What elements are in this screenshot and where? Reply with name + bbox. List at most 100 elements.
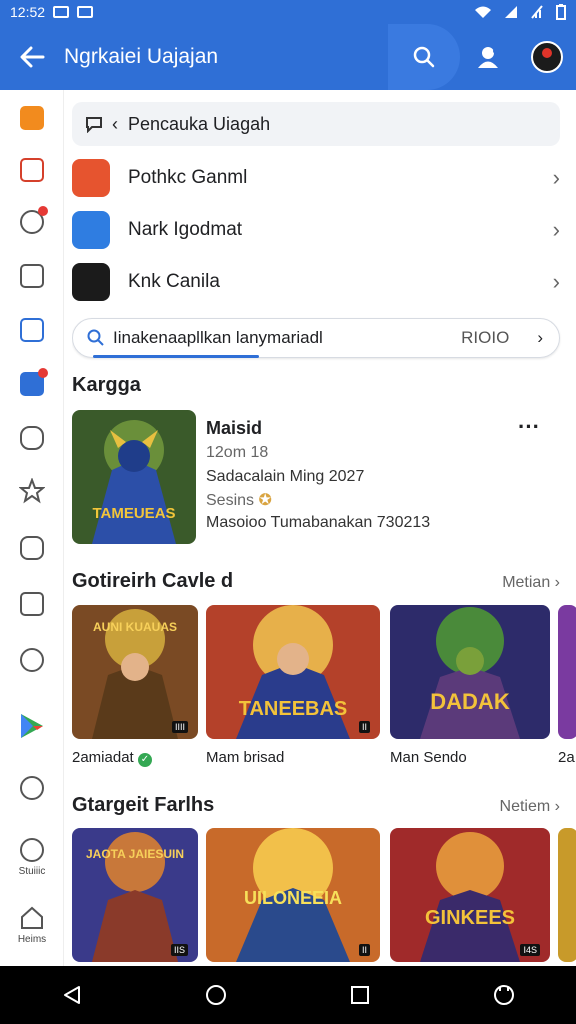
list-item[interactable]: Pothkc Ganml › (72, 152, 560, 204)
game-card[interactable]: JAOTA JAIESUIN IIS (72, 828, 198, 962)
nav-assistant-button[interactable] (474, 966, 534, 1024)
sidebar-item-circle[interactable] (0, 776, 64, 800)
no-signal-icon (531, 5, 543, 19)
game-card-art: TANEEBAS II (206, 605, 380, 739)
sidebar-item-home[interactable]: Heims (0, 906, 64, 945)
game-card[interactable]: DADAK Man Sendo (390, 605, 550, 766)
card-badge: IIII (171, 721, 188, 733)
chevron-right-icon: › (537, 328, 543, 347)
featured-item[interactable]: TAMEUEAS Maisid 12om 18 Sadacalain Ming … (72, 410, 560, 546)
game-card-art (558, 828, 576, 962)
card-badge: IIS (170, 944, 188, 956)
signal-icon (505, 6, 517, 18)
game-card[interactable]: AUNI KUAUAS IIII 2amiadat ✓ (72, 605, 198, 767)
chevron-right-icon: › (552, 217, 560, 242)
chat-icon (20, 536, 44, 560)
circle-icon (20, 776, 44, 800)
caption-text: 2amiadat (72, 749, 134, 766)
section-see-more-link[interactable]: Metian › (502, 574, 560, 592)
game-card-art: DADAK (390, 605, 550, 739)
section-heading: Gotireirh Cavle d (72, 570, 234, 592)
sidebar-item-chat[interactable] (0, 536, 64, 560)
featured-meta: 12om 18 (206, 444, 269, 461)
featured-art-text: TAMEUEAS (92, 505, 175, 522)
card-art-text: JAOTA JAIESUIN (86, 847, 184, 861)
list-item-label: Pothkc Ganml (128, 167, 248, 188)
card-badge: I4S (520, 944, 540, 956)
compass-icon (20, 648, 44, 672)
music-note-icon (20, 158, 44, 182)
game-card-caption: 2amiadat ✓ (72, 749, 198, 767)
game-card-art: JAOTA JAIESUIN IIS (72, 828, 198, 962)
sidebar-item-calendar[interactable] (0, 318, 64, 342)
sidebar-item-edit[interactable] (0, 264, 64, 288)
game-card[interactable]: UILONEEIA II (206, 828, 380, 962)
list-item[interactable]: Nark Igodmat › (72, 204, 560, 256)
progress-indicator (93, 355, 259, 358)
game-card-caption: 2a (558, 749, 575, 766)
card-badge: II (358, 721, 370, 733)
featured-subtitle: Sadacalain Ming 2027 (206, 468, 365, 485)
suggestion-pill[interactable]: Iinakenaapllkan lanymariadl RIOIO › (72, 318, 560, 358)
list-item[interactable]: Knk Canila › (72, 256, 560, 308)
people-icon (478, 47, 499, 68)
sidebar-item-star[interactable] (0, 478, 64, 504)
nav-back-button[interactable] (42, 966, 102, 1024)
nav-home-button[interactable] (186, 966, 246, 1024)
main-content: ‹ Pencauka Uiagah Pothkc Ganml › Nark Ig… (72, 90, 576, 966)
list-item-label: Nark Igodmat (128, 219, 243, 240)
game-card[interactable]: GINKEES I4S (390, 828, 550, 962)
featured-rating-text: Sesins (206, 492, 255, 509)
blue-star-icon (72, 211, 110, 249)
sidebar-item-home-app[interactable] (0, 368, 64, 396)
sidebar-item-puzzle[interactable] (0, 426, 64, 450)
section-link-text: Metian (502, 574, 551, 591)
game-card[interactable]: 2a (558, 605, 576, 766)
section-heading: Gtargeit Farlhs (72, 794, 215, 816)
profile-button[interactable] (518, 41, 576, 73)
search-icon (413, 46, 435, 68)
game-card-caption: Man Sendo (390, 749, 467, 766)
mail-notification-icon (53, 6, 70, 18)
featured-description: Masoioo Tumabanakan 730213 (206, 514, 431, 531)
suggestion-value: RIOIO (461, 328, 510, 347)
search-value: Pencauka Uiagah (128, 113, 271, 134)
sidebar-item-compass[interactable] (0, 648, 64, 672)
chat-bubble-icon (86, 117, 102, 133)
settings-icon (20, 838, 44, 862)
game-card[interactable]: TANEEBAS II Mam brisad (206, 605, 380, 766)
chevron-right-icon: › (552, 165, 560, 190)
sidebar-item-play-store[interactable] (0, 712, 64, 740)
featured-name: Maisid (206, 418, 263, 438)
sidebar-item-settings[interactable]: Stuiiic (0, 838, 64, 877)
back-button[interactable] (0, 24, 64, 90)
edit-square-icon (20, 264, 44, 288)
search-input[interactable]: ‹ Pencauka Uiagah (72, 102, 560, 146)
section-heading: Kargga (72, 374, 141, 396)
sidebar-item-orange-app[interactable] (0, 106, 64, 130)
page-title: Ngrkaiei Uajajan (64, 45, 219, 68)
game-card[interactable] (558, 828, 576, 962)
sidebar-item-music[interactable] (0, 158, 64, 182)
search-button[interactable] (388, 24, 460, 90)
game-card-art: AUNI KUAUAS IIII (72, 605, 198, 739)
play-store-icon (21, 714, 43, 738)
star-icon (19, 478, 45, 504)
gear-icon (20, 206, 48, 234)
sidebar: Stuiiic Heims (0, 90, 64, 966)
card-art-text: GINKEES (425, 907, 515, 929)
clock: 12:52 (10, 4, 46, 20)
avatar (531, 41, 563, 73)
more-options-button[interactable]: ··· (518, 414, 540, 440)
account-switch-button[interactable] (460, 45, 518, 69)
calendar-icon (20, 318, 44, 342)
home-icon (21, 906, 43, 929)
sidebar-item-gear[interactable] (0, 206, 64, 234)
section-see-more-link[interactable]: Netiem › (500, 798, 560, 816)
nav-recents-button[interactable] (330, 966, 390, 1024)
info-icon (20, 592, 44, 616)
star-badge-icon: ✪ (258, 492, 272, 509)
verified-check-icon: ✓ (137, 753, 152, 767)
search-caret: ‹ (112, 113, 118, 134)
sidebar-item-info[interactable] (0, 592, 64, 616)
